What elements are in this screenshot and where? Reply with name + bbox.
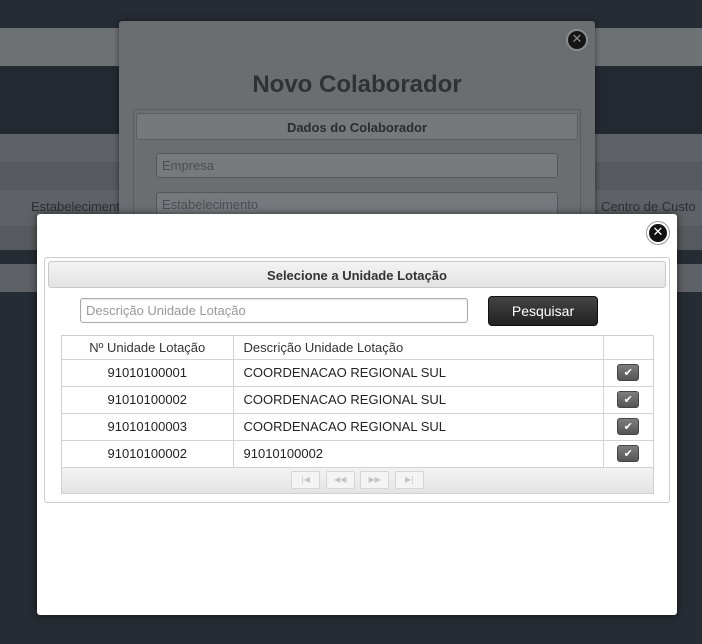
dados-colaborador-fieldset: Dados do Colaborador Empresa Estabelecim… xyxy=(133,109,581,221)
background-centro-custo-label: Centro de Custo xyxy=(601,199,696,214)
search-row: Pesquisar xyxy=(45,296,669,328)
empresa-field[interactable]: Empresa xyxy=(156,153,558,178)
cell-numero: 91010100002 xyxy=(62,440,234,468)
modal-title: Novo Colaborador xyxy=(252,71,462,98)
next-page-icon[interactable]: ▶▶ xyxy=(360,470,390,489)
unidade-lotacao-modal: ✕ Selecione a Unidade Lotação Pesquisar … xyxy=(37,214,677,615)
cell-numero: 91010100002 xyxy=(62,386,234,414)
panel-title: Selecione a Unidade Lotação xyxy=(48,261,666,288)
cell-descricao: COORDENACAO REGIONAL SUL xyxy=(233,386,604,414)
novo-colaborador-modal: ✕ Novo Colaborador Dados do Colaborador … xyxy=(119,21,595,221)
prev-page-icon[interactable]: ◀◀ xyxy=(325,470,355,489)
fieldset-title: Dados do Colaborador xyxy=(136,113,578,140)
last-page-icon[interactable]: ▶| xyxy=(394,470,424,489)
column-header-actions xyxy=(603,336,653,360)
select-check-icon[interactable]: ✔ xyxy=(617,418,640,436)
column-header-numero[interactable]: Nº Unidade Lotação xyxy=(62,336,234,360)
unidade-lotacao-grid: Nº Unidade Lotação Descrição Unidade Lot… xyxy=(61,335,654,494)
cell-numero: 91010100003 xyxy=(62,413,234,441)
table-row[interactable]: 91010100002 COORDENACAO REGIONAL SUL ✔ xyxy=(62,386,653,414)
cell-descricao: COORDENACAO REGIONAL SUL xyxy=(233,413,604,441)
select-check-icon[interactable]: ✔ xyxy=(617,445,640,463)
grid-header-row: Nº Unidade Lotação Descrição Unidade Lot… xyxy=(62,336,653,360)
table-row[interactable]: 91010100003 COORDENACAO REGIONAL SUL ✔ xyxy=(62,413,653,441)
select-check-icon[interactable]: ✔ xyxy=(617,364,640,382)
close-icon[interactable]: ✕ xyxy=(566,29,588,51)
unidade-lotacao-panel: Selecione a Unidade Lotação Pesquisar Nº… xyxy=(44,257,670,503)
descricao-unidade-search-input[interactable] xyxy=(80,298,468,323)
background-estabelecimento-label: Estabelecimento xyxy=(31,199,128,214)
table-row[interactable]: 91010100002 91010100002 ✔ xyxy=(62,440,653,468)
cell-numero: 91010100001 xyxy=(62,359,234,387)
select-check-icon[interactable]: ✔ xyxy=(617,391,640,409)
cell-descricao: 91010100002 xyxy=(233,440,604,468)
close-icon[interactable]: ✕ xyxy=(647,222,669,244)
grid-pager: |◀ ◀◀ ▶▶ ▶| xyxy=(62,467,653,493)
column-header-descricao[interactable]: Descrição Unidade Lotação xyxy=(233,336,604,360)
first-page-icon[interactable]: |◀ xyxy=(291,470,321,489)
table-row[interactable]: 91010100001 COORDENACAO REGIONAL SUL ✔ xyxy=(62,359,653,387)
cell-descricao: COORDENACAO REGIONAL SUL xyxy=(233,359,604,387)
pesquisar-button[interactable]: Pesquisar xyxy=(488,296,598,326)
